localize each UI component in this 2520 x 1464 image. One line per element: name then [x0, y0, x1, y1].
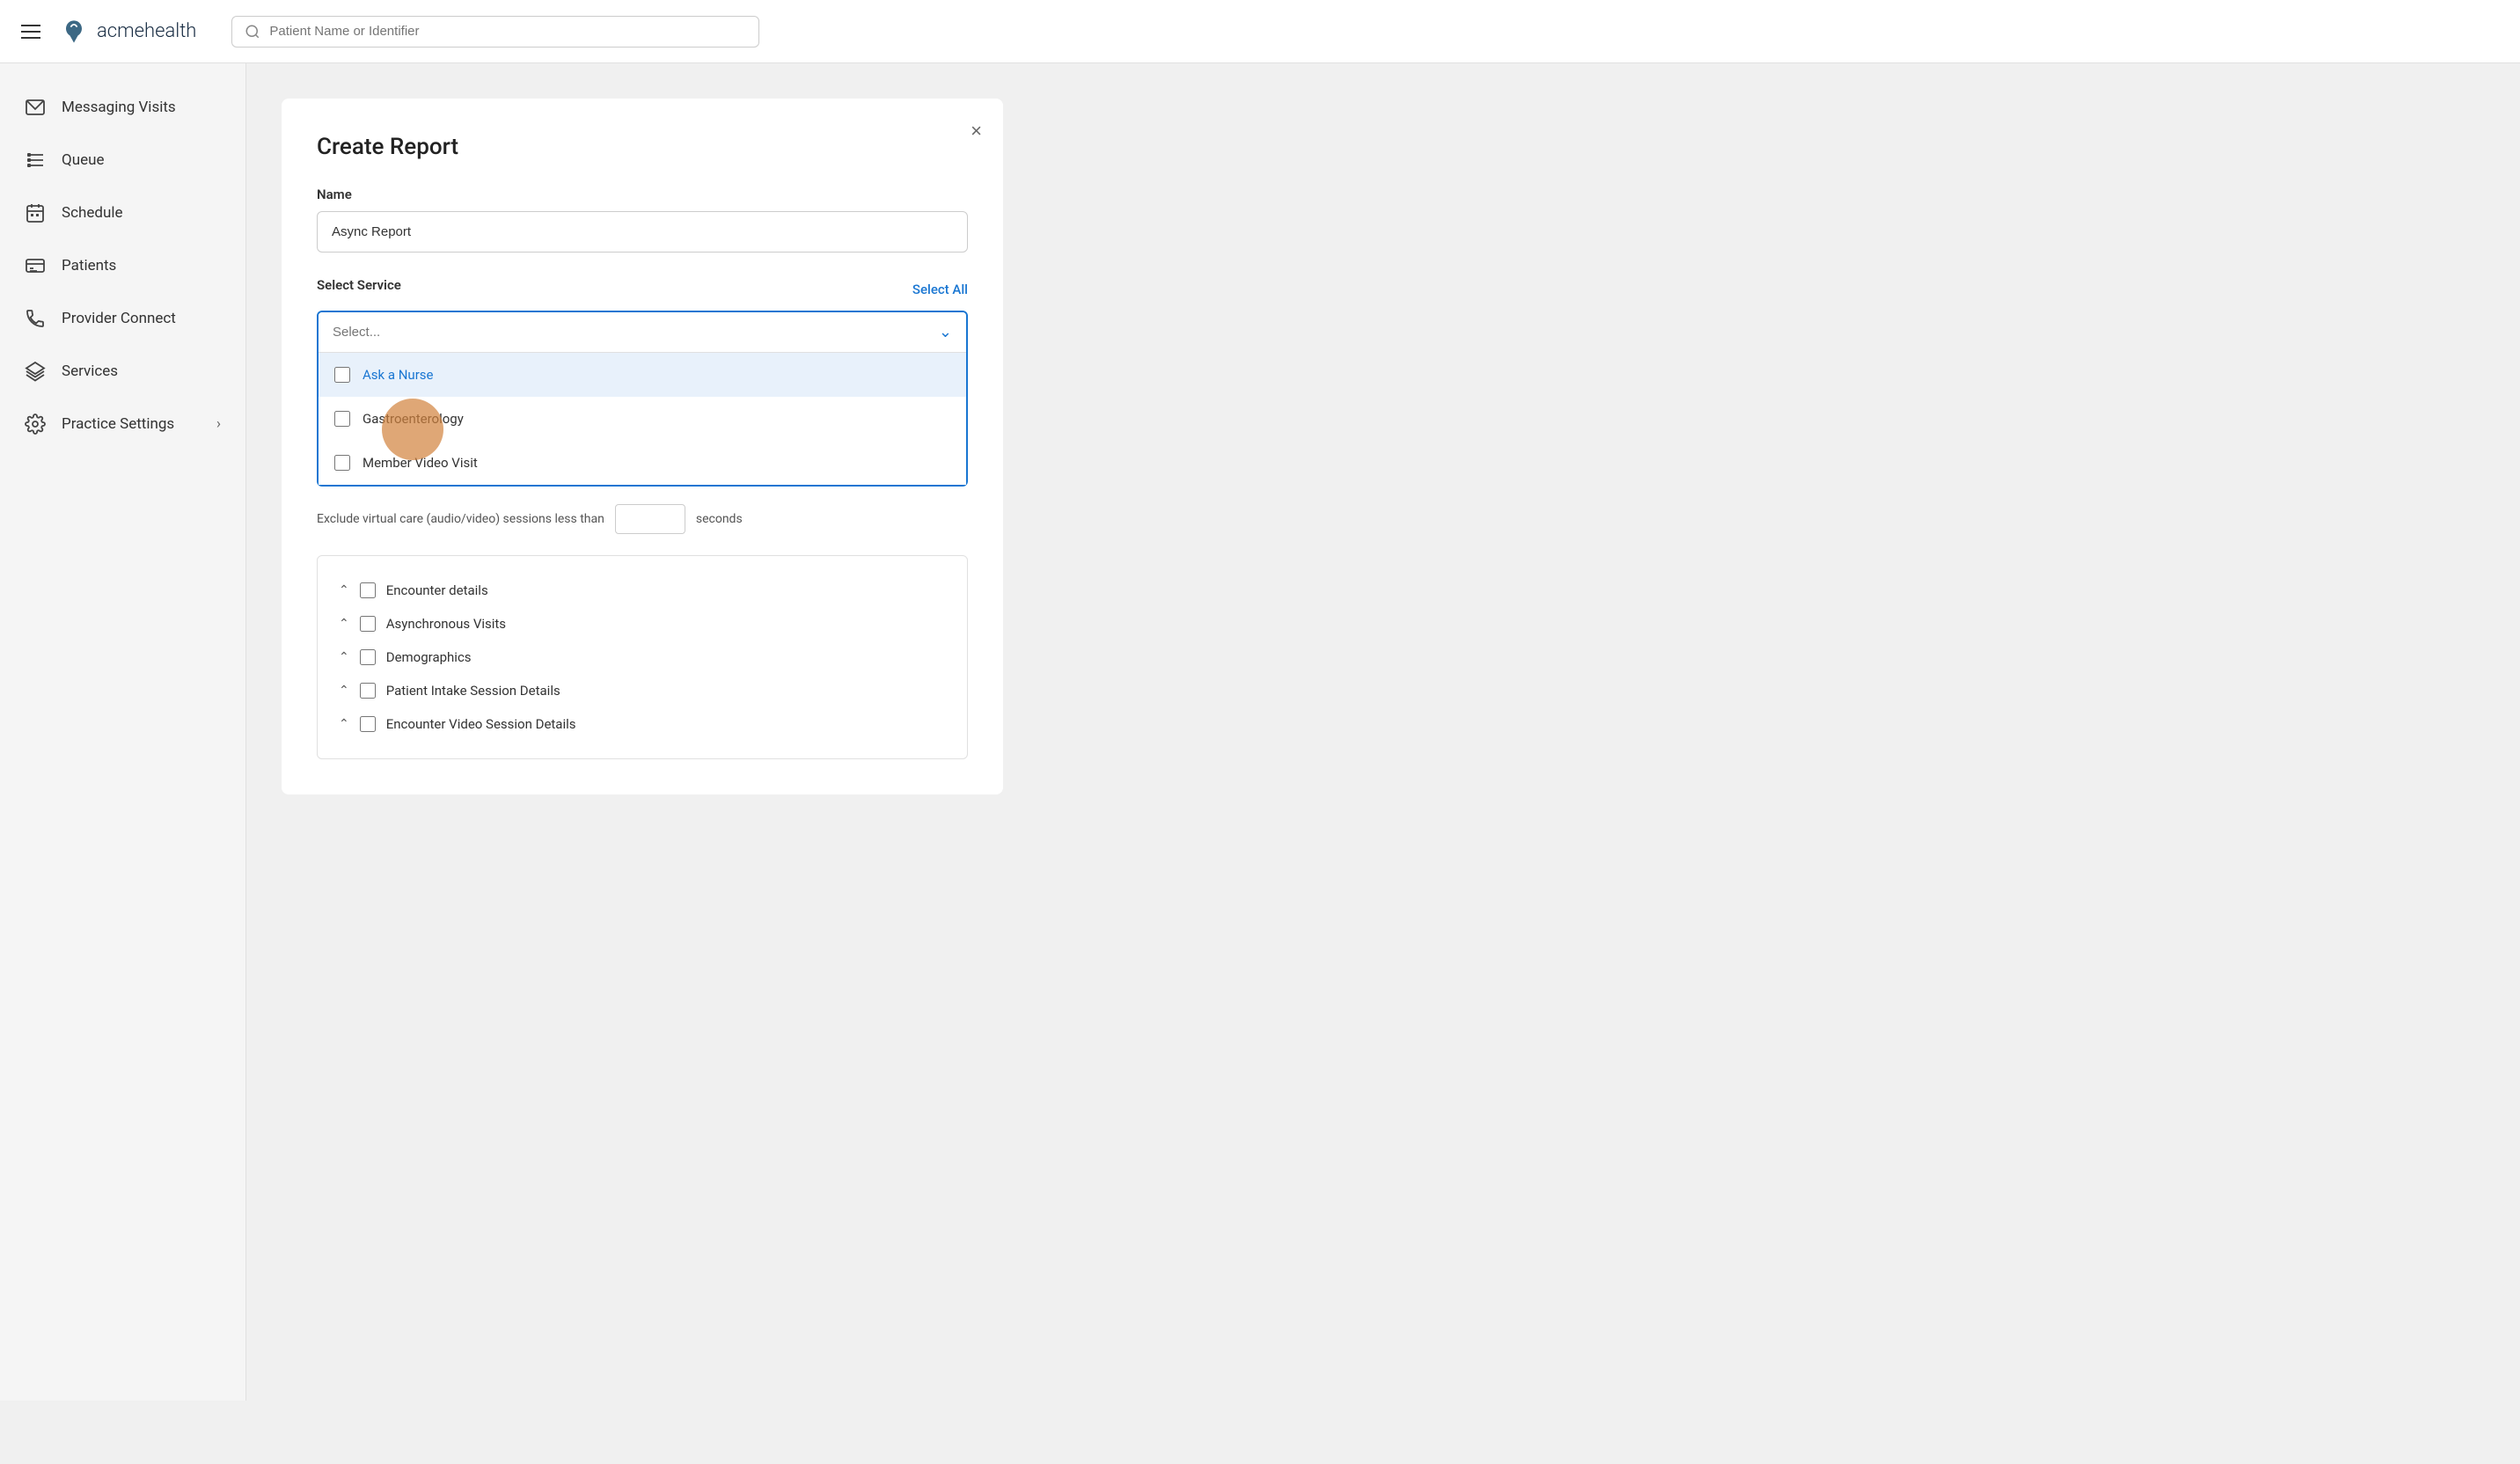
- checkbox-demographics[interactable]: [360, 649, 376, 665]
- sidebar: Messaging Visits Queue Schedule P: [0, 63, 246, 1401]
- logo-text: acmehealth: [97, 20, 196, 42]
- chevron-down-icon: ⌄: [939, 323, 952, 341]
- layers-icon: [25, 361, 46, 382]
- checkbox-label: Encounter Video Session Details: [386, 716, 576, 732]
- select-input-row[interactable]: ⌄: [319, 312, 966, 352]
- phone-icon: [25, 308, 46, 329]
- exclude-row: Exclude virtual care (audio/video) sessi…: [317, 504, 968, 534]
- sidebar-item-messaging-visits[interactable]: Messaging Visits: [0, 81, 245, 134]
- service-search-input[interactable]: [333, 325, 939, 340]
- expand-icon[interactable]: ⌃: [339, 617, 349, 631]
- sidebar-item-queue[interactable]: Queue: [0, 134, 245, 187]
- dropdown-item-gastroenterology[interactable]: Gastroenterology: [319, 397, 966, 441]
- select-service-header: Select Service Select All: [317, 277, 968, 302]
- expand-icon[interactable]: ⌃: [339, 717, 349, 731]
- select-service-group: Select Service Select All ⌄ Ask a Nurse: [317, 277, 968, 487]
- hamburger-menu[interactable]: [21, 25, 40, 39]
- search-bar[interactable]: [231, 16, 759, 48]
- checkbox-row-encounter-details[interactable]: ⌃ Encounter details: [339, 574, 946, 607]
- checkbox-row-encounter-video[interactable]: ⌃ Encounter Video Session Details: [339, 707, 946, 741]
- name-label: Name: [317, 187, 968, 202]
- search-icon: [245, 24, 260, 40]
- name-input[interactable]: [317, 211, 968, 253]
- close-button[interactable]: ×: [971, 120, 982, 143]
- checkbox-row-demographics[interactable]: ⌃ Demographics: [339, 640, 946, 674]
- checkbox-encounter-details[interactable]: [360, 582, 376, 598]
- select-service-label: Select Service: [317, 277, 401, 293]
- dropdown-item-ask-nurse[interactable]: Ask a Nurse: [319, 353, 966, 397]
- app-header: acmehealth: [0, 0, 2520, 63]
- select-all-link[interactable]: Select All: [912, 282, 968, 297]
- panel-title: Create Report: [317, 134, 968, 160]
- sidebar-item-practice-settings[interactable]: Practice Settings ›: [0, 398, 245, 450]
- envelope-icon: [25, 97, 46, 118]
- checkbox-patient-intake[interactable]: [360, 683, 376, 699]
- expand-icon[interactable]: ⌃: [339, 583, 349, 597]
- card-icon: [25, 255, 46, 276]
- chevron-right-icon: ›: [216, 415, 221, 433]
- checkbox-encounter-video[interactable]: [360, 716, 376, 732]
- checkbox-section: ⌃ Encounter details ⌃ Asynchronous Visit…: [317, 555, 968, 759]
- checkbox-row-patient-intake[interactable]: ⌃ Patient Intake Session Details: [339, 674, 946, 707]
- service-dropdown[interactable]: ⌄ Ask a Nurse Gastroenterology: [317, 311, 968, 487]
- exclude-seconds-input[interactable]: [615, 504, 685, 534]
- checkbox-gastroenterology[interactable]: [334, 411, 350, 427]
- checkbox-label: Demographics: [386, 649, 472, 665]
- checkbox-label: Patient Intake Session Details: [386, 683, 560, 699]
- main-content: Create Report × Name Select Service Sele…: [246, 63, 2520, 1401]
- search-input[interactable]: [269, 24, 746, 39]
- sidebar-item-patients[interactable]: Patients: [0, 239, 245, 292]
- checkbox-row-async-visits[interactable]: ⌃ Asynchronous Visits: [339, 607, 946, 640]
- exclude-text-before: Exclude virtual care (audio/video) sessi…: [317, 512, 604, 526]
- name-field-group: Name: [317, 187, 968, 277]
- sidebar-item-provider-connect[interactable]: Provider Connect: [0, 292, 245, 345]
- service-dropdown-list: Ask a Nurse Gastroenterology Member Vide…: [319, 352, 966, 485]
- sidebar-label: Schedule: [62, 204, 122, 222]
- checkbox-member-video-visit[interactable]: [334, 455, 350, 471]
- dropdown-item-label: Gastroenterology: [363, 411, 464, 427]
- sidebar-item-schedule[interactable]: Schedule: [0, 187, 245, 239]
- expand-icon[interactable]: ⌃: [339, 684, 349, 698]
- sidebar-label: Practice Settings: [62, 415, 174, 433]
- create-report-panel: Create Report × Name Select Service Sele…: [282, 99, 1003, 794]
- sidebar-label: Queue: [62, 151, 104, 169]
- expand-icon[interactable]: ⌃: [339, 650, 349, 664]
- calendar-icon: [25, 202, 46, 223]
- dropdown-item-label: Member Video Visit: [363, 455, 478, 471]
- checkbox-ask-nurse[interactable]: [334, 367, 350, 383]
- sidebar-label: Messaging Visits: [62, 99, 176, 116]
- sidebar-label: Provider Connect: [62, 310, 176, 327]
- gear-icon: [25, 414, 46, 435]
- checkbox-async-visits[interactable]: [360, 616, 376, 632]
- sidebar-item-services[interactable]: Services: [0, 345, 245, 398]
- sidebar-label: Patients: [62, 257, 116, 274]
- exclude-text-after: seconds: [696, 512, 743, 526]
- dropdown-item-member-video-visit[interactable]: Member Video Visit: [319, 441, 966, 485]
- sidebar-label: Services: [62, 362, 118, 380]
- logo-icon: [58, 16, 90, 48]
- checkbox-label: Encounter details: [386, 582, 488, 598]
- checkbox-label: Asynchronous Visits: [386, 616, 506, 632]
- app-logo: acmehealth: [58, 16, 196, 48]
- dropdown-item-label: Ask a Nurse: [363, 367, 433, 383]
- list-icon: [25, 150, 46, 171]
